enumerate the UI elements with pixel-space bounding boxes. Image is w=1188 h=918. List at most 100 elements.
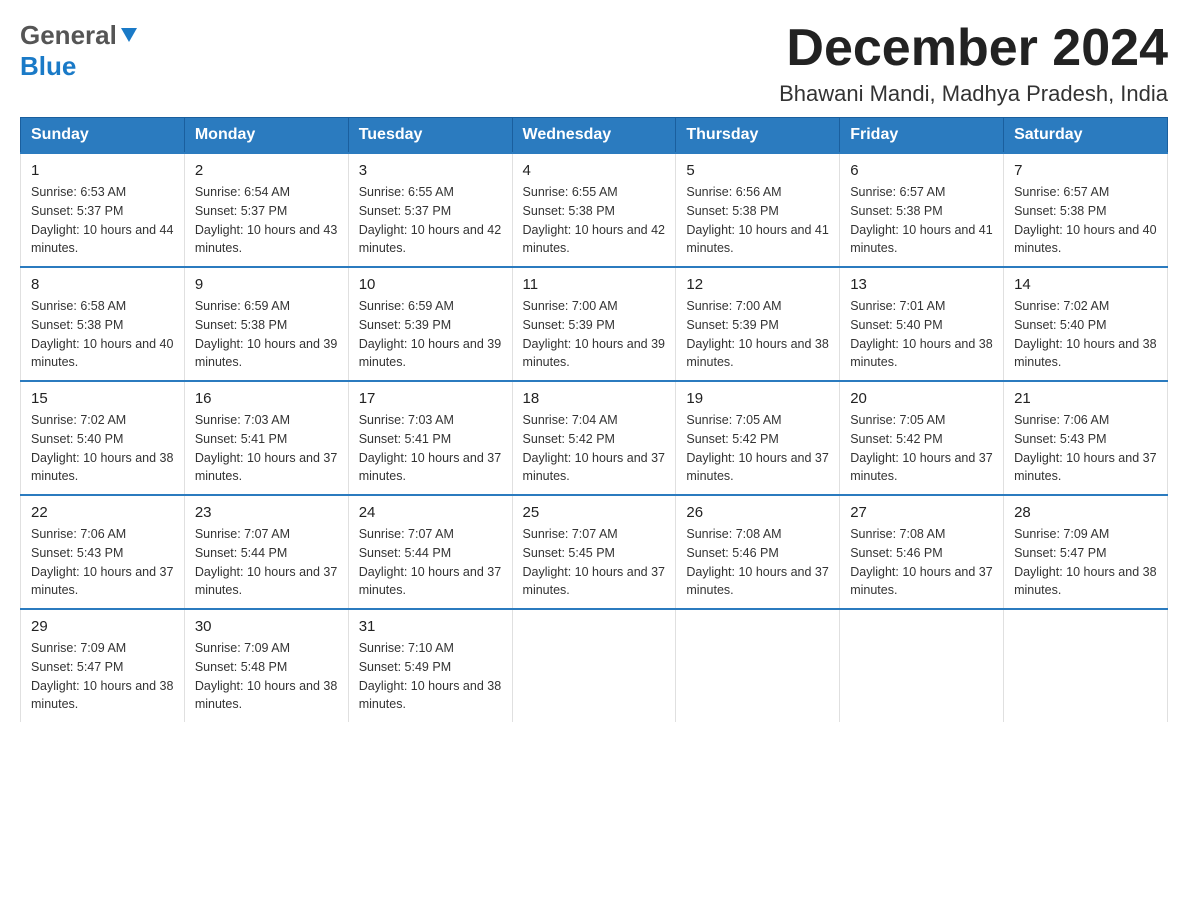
day-number: 25	[523, 504, 666, 521]
calendar-cell: 10 Sunrise: 6:59 AMSunset: 5:39 PMDayligh…	[348, 267, 512, 381]
logo-general-text: General	[20, 20, 117, 51]
day-info: Sunrise: 6:58 AMSunset: 5:38 PMDaylight:…	[31, 297, 174, 372]
day-info: Sunrise: 7:00 AMSunset: 5:39 PMDaylight:…	[523, 297, 666, 372]
day-info: Sunrise: 7:07 AMSunset: 5:44 PMDaylight:…	[359, 525, 502, 600]
calendar-cell: 1 Sunrise: 6:53 AMSunset: 5:37 PMDaylight…	[21, 153, 185, 267]
day-info: Sunrise: 6:57 AMSunset: 5:38 PMDaylight:…	[1014, 183, 1157, 258]
day-number: 21	[1014, 390, 1157, 407]
day-number: 30	[195, 618, 338, 635]
calendar-header-saturday: Saturday	[1004, 118, 1168, 154]
day-number: 19	[686, 390, 829, 407]
calendar-cell: 17Sunrise: 7:03 AMSunset: 5:41 PMDayligh…	[348, 381, 512, 495]
day-info: Sunrise: 6:55 AMSunset: 5:37 PMDaylight:…	[359, 183, 502, 258]
day-number: 27	[850, 504, 993, 521]
calendar-cell	[512, 609, 676, 722]
day-number: 18	[523, 390, 666, 407]
calendar-cell: 16Sunrise: 7:03 AMSunset: 5:41 PMDayligh…	[184, 381, 348, 495]
page-header: General Blue December 2024 Bhawani Mandi…	[20, 20, 1168, 107]
calendar-cell: 4 Sunrise: 6:55 AMSunset: 5:38 PMDaylight…	[512, 153, 676, 267]
calendar-cell	[840, 609, 1004, 722]
day-number: 4	[523, 162, 666, 179]
logo-arrow-icon	[119, 26, 139, 46]
day-info: Sunrise: 7:05 AMSunset: 5:42 PMDaylight:…	[850, 411, 993, 486]
day-info: Sunrise: 7:06 AMSunset: 5:43 PMDaylight:…	[1014, 411, 1157, 486]
day-info: Sunrise: 7:09 AMSunset: 5:48 PMDaylight:…	[195, 639, 338, 714]
calendar-cell: 11 Sunrise: 7:00 AMSunset: 5:39 PMDayligh…	[512, 267, 676, 381]
calendar-cell: 31Sunrise: 7:10 AMSunset: 5:49 PMDayligh…	[348, 609, 512, 722]
calendar-week-row: 1 Sunrise: 6:53 AMSunset: 5:37 PMDaylight…	[21, 153, 1168, 267]
calendar-cell: 20Sunrise: 7:05 AMSunset: 5:42 PMDayligh…	[840, 381, 1004, 495]
day-number: 2	[195, 162, 338, 179]
calendar-cell	[676, 609, 840, 722]
logo: General Blue	[20, 20, 139, 82]
day-number: 9	[195, 276, 338, 293]
day-number: 15	[31, 390, 174, 407]
month-title: December 2024	[779, 20, 1168, 77]
day-info: Sunrise: 7:05 AMSunset: 5:42 PMDaylight:…	[686, 411, 829, 486]
day-info: Sunrise: 6:57 AMSunset: 5:38 PMDaylight:…	[850, 183, 993, 258]
day-info: Sunrise: 7:09 AMSunset: 5:47 PMDaylight:…	[31, 639, 174, 714]
calendar-cell: 27 Sunrise: 7:08 AMSunset: 5:46 PMDayligh…	[840, 495, 1004, 609]
day-info: Sunrise: 7:02 AMSunset: 5:40 PMDaylight:…	[1014, 297, 1157, 372]
calendar-cell: 23Sunrise: 7:07 AMSunset: 5:44 PMDayligh…	[184, 495, 348, 609]
calendar-cell: 5 Sunrise: 6:56 AMSunset: 5:38 PMDaylight…	[676, 153, 840, 267]
calendar-cell: 3 Sunrise: 6:55 AMSunset: 5:37 PMDaylight…	[348, 153, 512, 267]
day-info: Sunrise: 7:03 AMSunset: 5:41 PMDaylight:…	[195, 411, 338, 486]
calendar-cell: 12 Sunrise: 7:00 AMSunset: 5:39 PMDayligh…	[676, 267, 840, 381]
day-number: 28	[1014, 504, 1157, 521]
day-number: 24	[359, 504, 502, 521]
calendar-cell: 30 Sunrise: 7:09 AMSunset: 5:48 PMDayligh…	[184, 609, 348, 722]
day-number: 12	[686, 276, 829, 293]
logo-blue-text: Blue	[20, 51, 76, 82]
day-number: 31	[359, 618, 502, 635]
title-section: December 2024 Bhawani Mandi, Madhya Prad…	[779, 20, 1168, 107]
day-number: 17	[359, 390, 502, 407]
day-number: 10	[359, 276, 502, 293]
calendar-cell	[1004, 609, 1168, 722]
day-info: Sunrise: 7:07 AMSunset: 5:45 PMDaylight:…	[523, 525, 666, 600]
day-number: 1	[31, 162, 174, 179]
day-info: Sunrise: 6:59 AMSunset: 5:39 PMDaylight:…	[359, 297, 502, 372]
calendar-cell: 14 Sunrise: 7:02 AMSunset: 5:40 PMDayligh…	[1004, 267, 1168, 381]
day-info: Sunrise: 7:09 AMSunset: 5:47 PMDaylight:…	[1014, 525, 1157, 600]
calendar-cell: 8 Sunrise: 6:58 AMSunset: 5:38 PMDaylight…	[21, 267, 185, 381]
calendar-cell: 28 Sunrise: 7:09 AMSunset: 5:47 PMDayligh…	[1004, 495, 1168, 609]
day-number: 13	[850, 276, 993, 293]
calendar-header-monday: Monday	[184, 118, 348, 154]
calendar-cell: 25 Sunrise: 7:07 AMSunset: 5:45 PMDayligh…	[512, 495, 676, 609]
calendar-header-friday: Friday	[840, 118, 1004, 154]
calendar-week-row: 15Sunrise: 7:02 AMSunset: 5:40 PMDayligh…	[21, 381, 1168, 495]
calendar-header-row: SundayMondayTuesdayWednesdayThursdayFrid…	[21, 118, 1168, 154]
calendar-header-wednesday: Wednesday	[512, 118, 676, 154]
day-info: Sunrise: 7:07 AMSunset: 5:44 PMDaylight:…	[195, 525, 338, 600]
day-info: Sunrise: 6:53 AMSunset: 5:37 PMDaylight:…	[31, 183, 174, 258]
day-info: Sunrise: 6:59 AMSunset: 5:38 PMDaylight:…	[195, 297, 338, 372]
day-number: 22	[31, 504, 174, 521]
day-number: 14	[1014, 276, 1157, 293]
day-info: Sunrise: 7:08 AMSunset: 5:46 PMDaylight:…	[686, 525, 829, 600]
day-number: 11	[523, 276, 666, 293]
calendar-cell: 7Sunrise: 6:57 AMSunset: 5:38 PMDaylight…	[1004, 153, 1168, 267]
calendar-cell: 15Sunrise: 7:02 AMSunset: 5:40 PMDayligh…	[21, 381, 185, 495]
calendar-cell: 19 Sunrise: 7:05 AMSunset: 5:42 PMDayligh…	[676, 381, 840, 495]
day-number: 6	[850, 162, 993, 179]
day-info: Sunrise: 7:00 AMSunset: 5:39 PMDaylight:…	[686, 297, 829, 372]
day-info: Sunrise: 7:04 AMSunset: 5:42 PMDaylight:…	[523, 411, 666, 486]
calendar-cell: 24 Sunrise: 7:07 AMSunset: 5:44 PMDayligh…	[348, 495, 512, 609]
day-number: 5	[686, 162, 829, 179]
day-number: 26	[686, 504, 829, 521]
calendar-header-tuesday: Tuesday	[348, 118, 512, 154]
day-info: Sunrise: 7:08 AMSunset: 5:46 PMDaylight:…	[850, 525, 993, 600]
day-number: 3	[359, 162, 502, 179]
calendar-cell: 6 Sunrise: 6:57 AMSunset: 5:38 PMDaylight…	[840, 153, 1004, 267]
calendar-cell: 18 Sunrise: 7:04 AMSunset: 5:42 PMDayligh…	[512, 381, 676, 495]
calendar-header-sunday: Sunday	[21, 118, 185, 154]
day-info: Sunrise: 6:56 AMSunset: 5:38 PMDaylight:…	[686, 183, 829, 258]
day-number: 8	[31, 276, 174, 293]
location-title: Bhawani Mandi, Madhya Pradesh, India	[779, 81, 1168, 107]
calendar-cell: 9 Sunrise: 6:59 AMSunset: 5:38 PMDaylight…	[184, 267, 348, 381]
calendar-week-row: 22Sunrise: 7:06 AMSunset: 5:43 PMDayligh…	[21, 495, 1168, 609]
day-info: Sunrise: 6:55 AMSunset: 5:38 PMDaylight:…	[523, 183, 666, 258]
calendar-week-row: 29Sunrise: 7:09 AMSunset: 5:47 PMDayligh…	[21, 609, 1168, 722]
calendar-cell: 26 Sunrise: 7:08 AMSunset: 5:46 PMDayligh…	[676, 495, 840, 609]
